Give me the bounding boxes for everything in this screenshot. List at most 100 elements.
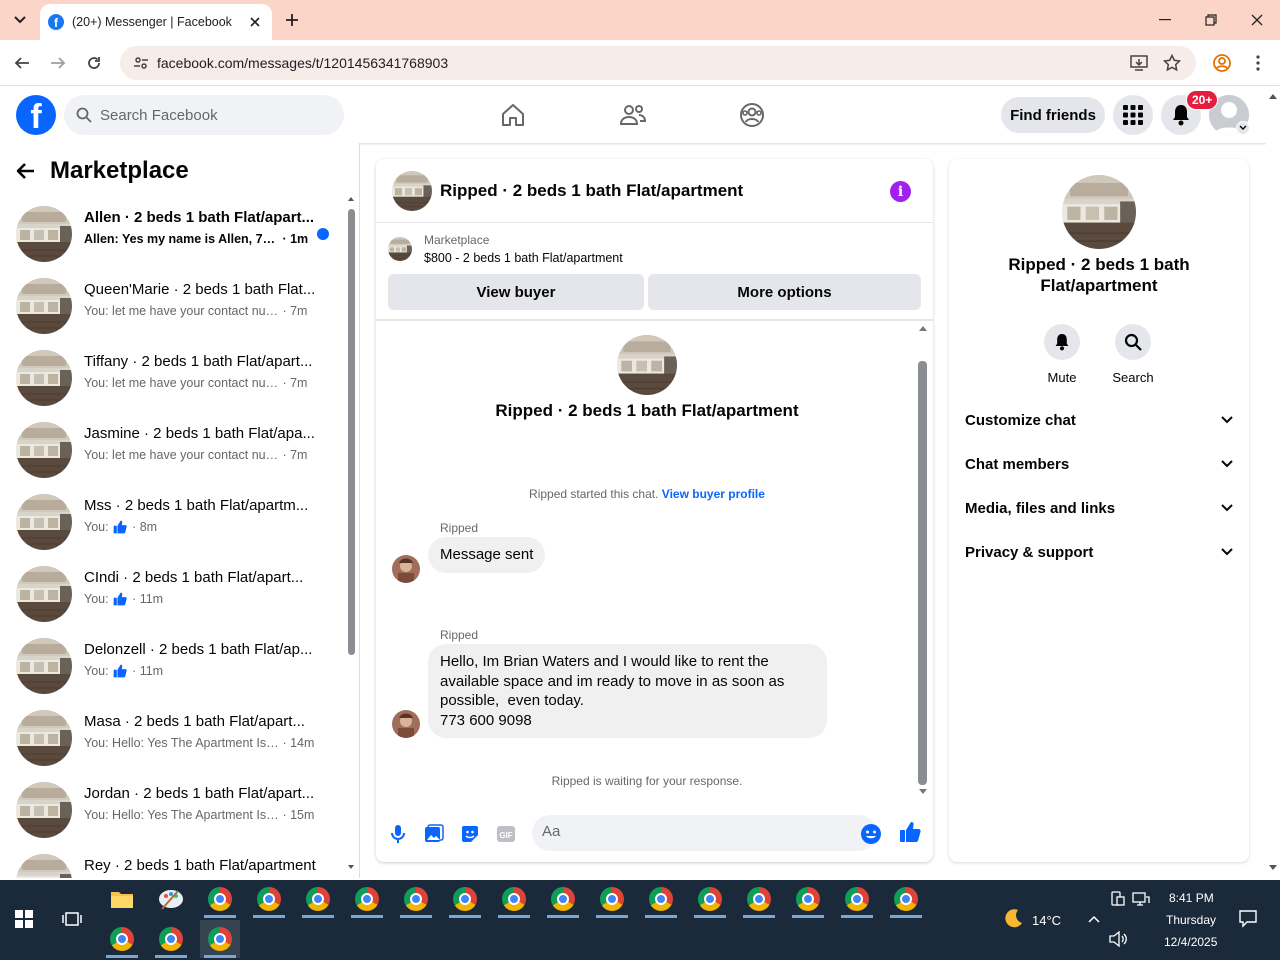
message-input-wrapper[interactable] [532, 815, 877, 851]
taskbar-chrome-window[interactable] [200, 920, 240, 958]
menu-button[interactable] [1113, 95, 1153, 135]
site-info-icon[interactable] [132, 54, 150, 72]
taskbar-chrome-window[interactable] [739, 880, 779, 918]
bookmark-star-icon[interactable] [1163, 54, 1181, 72]
listing-price[interactable]: $800 - 2 beds 1 bath Flat/apartment [424, 251, 623, 265]
tab-search-button[interactable] [8, 8, 32, 32]
address-bar[interactable]: facebook.com/messages/t/1201456341768903 [120, 46, 1196, 80]
restore-button[interactable] [1188, 0, 1234, 40]
facebook-search-input[interactable] [100, 106, 320, 124]
emoji-button[interactable] [860, 823, 882, 845]
facebook-logo-icon[interactable]: f [16, 95, 56, 135]
conversation-item[interactable]: Jordan · 2 beds 1 bath Flat/apart... You:… [0, 774, 340, 846]
taskbar-chrome-window[interactable] [151, 920, 191, 958]
profile-button[interactable] [1209, 50, 1235, 76]
facebook-search[interactable] [64, 95, 344, 135]
message-bubble[interactable]: Message sent [428, 537, 546, 573]
reload-button[interactable] [81, 50, 107, 76]
taskbar-chrome-window[interactable] [837, 880, 877, 918]
clock-time[interactable]: 8:41 PM [1169, 891, 1214, 905]
task-view-button[interactable] [52, 900, 92, 938]
conversation-item[interactable]: Queen'Marie · 2 beds 1 bath Flat... You: … [0, 270, 340, 342]
conversation-item[interactable]: Tiffany · 2 beds 1 bath Flat/apart... You… [0, 342, 340, 414]
send-like-button[interactable] [899, 821, 921, 843]
conversation-item[interactable]: CIndi · 2 beds 1 bath Flat/apart... You: … [0, 558, 340, 630]
taskbar-app-paint[interactable] [151, 880, 191, 918]
listing-avatar[interactable] [392, 171, 432, 211]
message-bubble[interactable]: Hello, Im Brian Waters and I would like … [428, 644, 827, 738]
home-nav-button[interactable] [497, 99, 529, 131]
conversation-item[interactable]: Allen · 2 beds 1 bath Flat/apart... Allen… [0, 198, 340, 270]
sender-avatar[interactable] [392, 710, 420, 738]
taskbar-chrome-window[interactable] [690, 880, 730, 918]
sidebar-scrollbar-thumb[interactable] [348, 209, 355, 655]
friends-nav-button[interactable] [617, 99, 649, 131]
account-menu-chevron[interactable] [1236, 121, 1250, 135]
taskbar-chrome-window[interactable] [494, 880, 534, 918]
taskbar-chrome-window[interactable] [543, 880, 583, 918]
taskbar-chrome-window[interactable] [592, 880, 632, 918]
groups-icon [740, 103, 764, 127]
minimize-button[interactable] [1142, 0, 1188, 40]
section-label: Customize chat [965, 411, 1076, 429]
more-options-button[interactable]: More options [648, 274, 921, 310]
view-buyer-profile-link[interactable]: View buyer profile [662, 487, 765, 501]
taskbar-chrome-window[interactable] [249, 880, 289, 918]
weather-widget[interactable] [993, 900, 1033, 938]
conversation-item[interactable]: Mss · 2 beds 1 bath Flat/apartm... You: ·… [0, 486, 340, 558]
conversation-item[interactable]: Delonzell · 2 beds 1 bath Flat/ap... You:… [0, 630, 340, 702]
notification-center-button[interactable] [1228, 900, 1268, 938]
privacy-support-section[interactable]: Privacy & support [965, 537, 1233, 567]
network-button[interactable] [1121, 880, 1161, 918]
find-friends-button[interactable]: Find friends [1001, 97, 1105, 133]
thread-scroll-down[interactable] [918, 787, 928, 797]
taskbar-chrome-window[interactable] [200, 880, 240, 918]
window-close-button[interactable] [1234, 0, 1280, 40]
volume-button[interactable] [1098, 920, 1138, 958]
chat-info-button[interactable]: i [890, 181, 911, 202]
chat-title[interactable]: Ripped · 2 beds 1 bath Flat/apartment [440, 181, 743, 201]
file-explorer-button[interactable] [102, 880, 142, 918]
conversation-time: 15m [290, 808, 315, 822]
taskbar-chrome-window[interactable] [347, 880, 387, 918]
mute-action[interactable]: Mute [1037, 324, 1087, 385]
forward-button[interactable] [45, 50, 71, 76]
grid-menu-icon [1123, 105, 1143, 125]
groups-nav-button[interactable] [736, 99, 768, 131]
voice-clip-button[interactable] [387, 823, 409, 845]
gif-button[interactable]: GIF [495, 823, 517, 845]
media-files-links-section[interactable]: Media, files and links [965, 493, 1233, 523]
view-buyer-button[interactable]: View buyer [388, 274, 644, 310]
back-button[interactable] [9, 50, 35, 76]
start-button[interactable] [4, 900, 44, 938]
taskbar-chrome-window[interactable] [102, 920, 142, 958]
browser-tab-active[interactable]: f (20+) Messenger | Facebook [40, 4, 272, 40]
chat-members-section[interactable]: Chat members [965, 449, 1233, 479]
browser-menu-button[interactable] [1245, 50, 1271, 76]
thread-scrollbar-thumb[interactable] [918, 361, 927, 785]
taskbar-chrome-window[interactable] [788, 880, 828, 918]
page-scrollbar[interactable] [1266, 87, 1280, 878]
sticker-button[interactable] [459, 823, 481, 845]
conversation-item[interactable]: Masa · 2 beds 1 bath Flat/apart... You: H… [0, 702, 340, 774]
thread-scroll-up[interactable] [918, 323, 928, 333]
attach-media-button[interactable] [423, 823, 445, 845]
taskbar-chrome-window[interactable] [641, 880, 681, 918]
message-input[interactable] [542, 823, 842, 840]
taskbar-chrome-window[interactable] [396, 880, 436, 918]
taskbar-chrome-window[interactable] [445, 880, 485, 918]
conversation-item[interactable]: Rey · 2 beds 1 bath Flat/apartment [0, 846, 340, 878]
install-app-icon[interactable] [1130, 54, 1148, 72]
speaker-icon [1109, 931, 1127, 947]
details-listing-photo[interactable] [1062, 175, 1136, 249]
arrow-left-icon[interactable] [16, 161, 36, 181]
customize-chat-section[interactable]: Customize chat [965, 405, 1233, 435]
conversation-item[interactable]: Jasmine · 2 beds 1 bath Flat/apa... You: … [0, 414, 340, 486]
listing-thumbnail[interactable] [388, 237, 412, 261]
taskbar-chrome-window[interactable] [298, 880, 338, 918]
search-in-chat-action[interactable]: Search [1108, 324, 1158, 385]
tab-close-button[interactable] [246, 13, 264, 31]
taskbar-chrome-window[interactable] [886, 880, 926, 918]
sender-avatar[interactable] [392, 555, 420, 583]
new-tab-button[interactable] [282, 8, 302, 32]
